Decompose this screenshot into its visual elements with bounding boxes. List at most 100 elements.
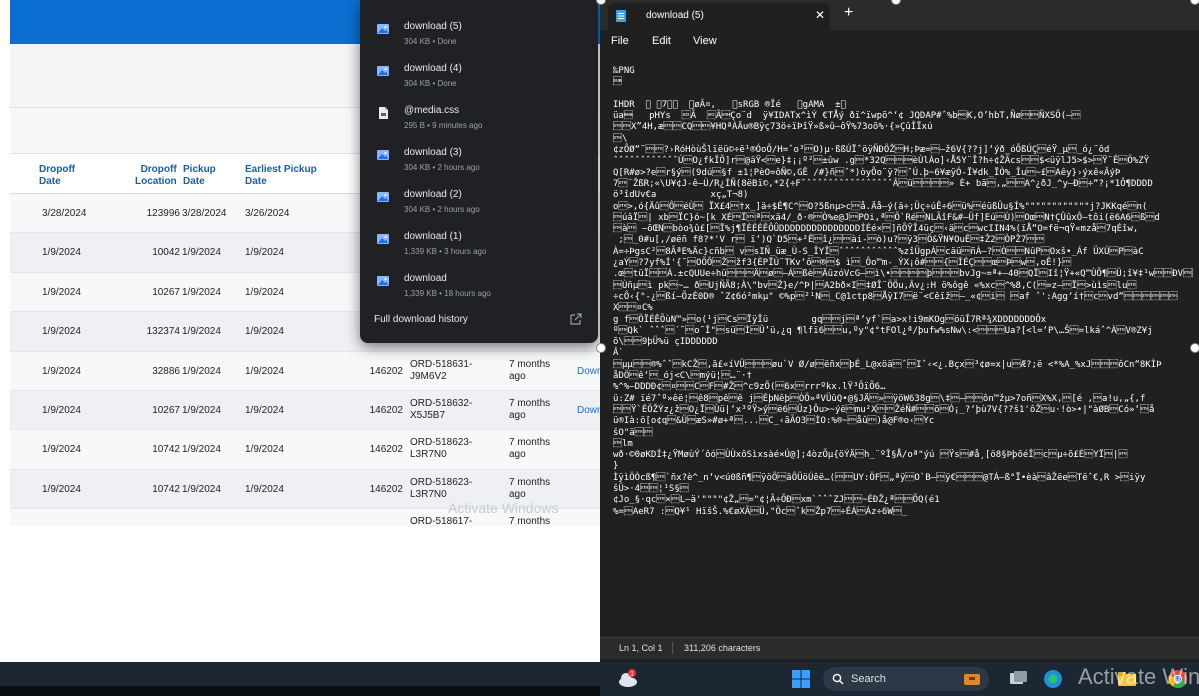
weather-icon[interactable]: 1 xyxy=(616,667,640,691)
notepad-menu-bar: File Edit View xyxy=(600,30,1199,54)
header-dropoff-date[interactable]: Dropoff Date xyxy=(39,164,75,188)
cell-dropoff-location: 10742 xyxy=(152,444,180,456)
image-file-icon xyxy=(377,66,389,76)
new-tab-icon[interactable]: + xyxy=(844,4,853,22)
search-icon xyxy=(832,673,844,685)
header-dropoff-location[interactable]: Dropoff Location xyxy=(135,164,177,188)
download-file-meta: 1,339 KB • 18 hours ago xyxy=(404,289,491,298)
download-file-name: @media.css xyxy=(404,105,460,116)
download-file-meta: 304 KB • Done xyxy=(404,37,457,46)
cell-age: 7 months ago xyxy=(509,437,551,461)
download-file-meta: 304 KB • 2 hours ago xyxy=(404,163,480,172)
cell-age: 7 months xyxy=(509,516,551,526)
taskbar-left-strip xyxy=(0,686,600,696)
cell-earliest-pickup: 3/26/2024 xyxy=(245,208,290,219)
cursor-position: Ln 1, Col 1 xyxy=(619,643,663,653)
image-file-icon xyxy=(377,276,389,286)
menu-view[interactable]: View xyxy=(693,35,717,47)
image-file-icon xyxy=(377,24,389,34)
download-file-name: download (3) xyxy=(404,147,462,158)
cell-dropoff-location: 132374 xyxy=(146,326,180,338)
download-item[interactable]: download 1,339 KB • 18 hours ago xyxy=(360,268,598,310)
download-item[interactable]: download (3) 304 KB • 2 hours ago xyxy=(360,142,598,184)
cell-location-code: 146202 xyxy=(369,444,403,456)
notepad-tab[interactable]: download (5) ✕ xyxy=(608,3,830,30)
resize-handle-right-middle[interactable] xyxy=(1190,343,1199,353)
header-earliest-pickup-date[interactable]: Earliest Pickup Date xyxy=(245,164,317,188)
table-row[interactable]: 1/9/2024 10267 1/9/2024 1/9/2024 146202 ORD-5… xyxy=(10,391,600,431)
cell-dropoff-location: 10267 xyxy=(152,405,180,416)
cell-dropoff-date: 1/9/2024 xyxy=(42,247,81,259)
cell-pickup-date: 1/9/2024 xyxy=(182,286,221,298)
cell-dropoff-location: 10742 xyxy=(152,483,180,495)
cell-download-link[interactable]: Down xyxy=(577,366,600,378)
download-item[interactable]: download (2) 304 KB • 2 hours ago xyxy=(360,184,598,226)
cell-dropoff-date: 1/9/2024 xyxy=(42,405,81,416)
image-file-icon xyxy=(377,192,389,202)
cell-dropoff-date: 1/9/2024 xyxy=(42,286,81,298)
css-file-icon xyxy=(379,107,388,119)
activate-windows-watermark-taskbar: Activate Win xyxy=(1078,664,1199,689)
activate-windows-watermark: Activate Windows xyxy=(448,500,559,516)
download-item[interactable]: download (5) 304 KB • Done xyxy=(360,16,598,58)
resize-handle-left-middle[interactable] xyxy=(596,343,606,353)
table-row[interactable]: 1/9/2024 10742 1/9/2024 1/9/2024 146202 ORD-5… xyxy=(10,430,600,470)
notepad-text-area[interactable]: ‰PNG  IHDR    7    øÂ¤,  sRGB ®Îé  gAMA… xyxy=(613,66,1193,636)
open-external-icon[interactable] xyxy=(570,313,582,325)
cell-earliest-pickup: 1/9/2024 xyxy=(245,286,284,298)
cell-pickup-date: 1/9/2024 xyxy=(182,365,221,377)
cell-dropoff-location: 10267 xyxy=(152,286,180,298)
notepad-tab-title: download (5) xyxy=(646,10,704,21)
cell-pickup-date: 1/9/2024 xyxy=(182,444,221,456)
cell-pickup-date: 1/9/2024 xyxy=(182,326,221,338)
header-pickup-date[interactable]: Pickup Date xyxy=(183,164,216,188)
cell-age: 7 months ago xyxy=(509,398,551,421)
taskbar-search[interactable]: Search xyxy=(823,667,989,691)
search-highlight-icon xyxy=(964,674,980,685)
cell-pickup-date: 1/9/2024 xyxy=(182,247,221,259)
cell-earliest-pickup: 1/9/2024 xyxy=(245,405,284,416)
menu-edit[interactable]: Edit xyxy=(652,35,671,47)
full-download-history-link[interactable]: Full download history xyxy=(374,314,468,325)
cell-dropoff-date: 1/9/2024 xyxy=(42,365,81,377)
download-file-name: download (5) xyxy=(404,21,462,32)
search-label: Search xyxy=(851,673,886,685)
cell-pickup-date: 3/28/2024 xyxy=(182,208,227,219)
download-item[interactable]: @media.css 295 B • 9 minutes ago xyxy=(360,100,598,142)
notepad-tab-bar: download (5) ✕ + xyxy=(600,0,1199,30)
cell-age: 7 months ago xyxy=(509,358,551,382)
notepad-status-bar: Ln 1, Col 1 311,206 characters xyxy=(600,637,1199,659)
cell-pickup-date: 1/9/2024 xyxy=(182,405,221,416)
task-view-icon[interactable] xyxy=(1006,667,1030,691)
cell-dropoff-location: 123996 xyxy=(146,208,180,219)
image-file-icon xyxy=(377,150,389,160)
edge-browser-icon[interactable] xyxy=(1041,667,1065,691)
cell-earliest-pickup: 1/9/2024 xyxy=(245,247,284,259)
cell-pickup-date: 1/9/2024 xyxy=(182,483,221,495)
cell-order-id: ORD-518623- L3R7N0 xyxy=(410,437,473,461)
menu-file[interactable]: File xyxy=(611,35,629,47)
cell-location-code: 146202 xyxy=(369,483,403,495)
download-item[interactable]: download (4) 304 KB • Done xyxy=(360,58,598,100)
cell-earliest-pickup: 1/9/2024 xyxy=(245,365,284,377)
download-file-meta: 304 KB • Done xyxy=(404,79,457,88)
cell-earliest-pickup: 1/9/2024 xyxy=(245,483,284,495)
download-file-name: download (1) xyxy=(404,231,462,242)
download-file-name: download xyxy=(404,273,447,284)
downloads-panel: download (5) 304 KB • Done download (4) 304… xyxy=(360,0,598,343)
cell-dropoff-location: 32886 xyxy=(152,365,180,377)
download-item[interactable]: download (1) 1,339 KB • 3 hours ago xyxy=(360,226,598,268)
status-divider xyxy=(672,642,673,654)
download-file-name: download (2) xyxy=(404,189,462,200)
windows-start-icon[interactable] xyxy=(789,667,813,691)
cell-earliest-pickup: 1/9/2024 xyxy=(245,444,284,456)
table-row[interactable]: 1/9/2024 32886 1/9/2024 1/9/2024 146202 ORD-5… xyxy=(10,351,600,391)
cell-dropoff-date: 1/9/2024 xyxy=(42,326,81,338)
cell-download-link[interactable]: Down xyxy=(577,405,600,417)
download-file-meta: 295 B • 9 minutes ago xyxy=(404,121,483,130)
download-file-meta: 304 KB • 2 hours ago xyxy=(404,205,480,214)
cell-dropoff-location: 10042 xyxy=(152,247,180,259)
cell-order-id: ORD-518623- L3R7N0 xyxy=(410,476,473,500)
character-count: 311,206 characters xyxy=(684,643,761,653)
close-tab-icon[interactable]: ✕ xyxy=(815,8,825,22)
